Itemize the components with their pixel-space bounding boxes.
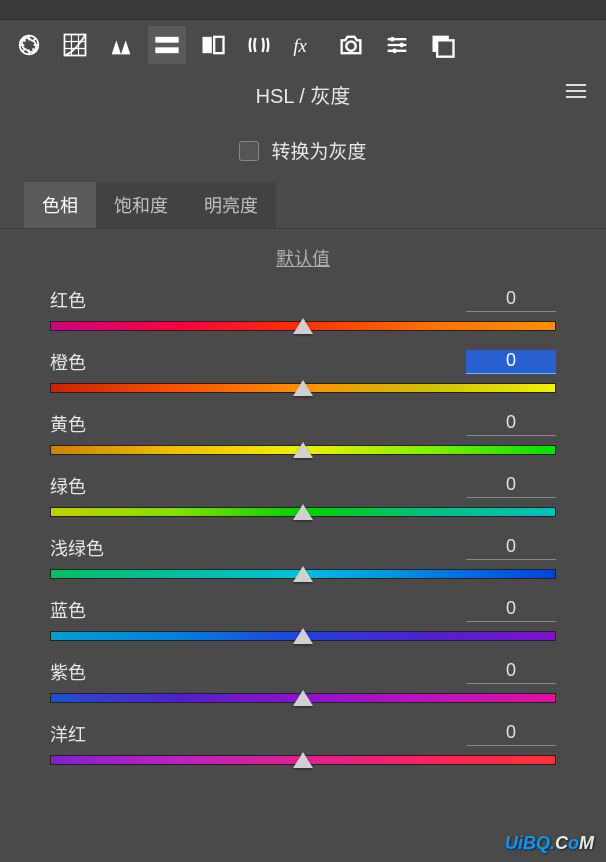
lens-icon[interactable]: [240, 26, 278, 64]
slider-row: 紫色 0: [50, 659, 556, 703]
slider-label: 洋红: [50, 721, 86, 747]
panel-title: HSL / 灰度: [256, 80, 351, 109]
slider-value[interactable]: 0: [466, 722, 556, 746]
slider-label: 红色: [50, 287, 86, 313]
panel-header: HSL / 灰度: [0, 70, 606, 119]
snapshots-icon[interactable]: [424, 26, 462, 64]
top-bar: [0, 0, 606, 20]
slider-thumb[interactable]: [293, 566, 313, 582]
slider-track[interactable]: [50, 321, 556, 331]
slider-row: 蓝色 0: [50, 597, 556, 641]
slider-value[interactable]: 0: [466, 350, 556, 374]
slider-thumb[interactable]: [293, 752, 313, 768]
slider-label: 黄色: [50, 411, 86, 437]
slider-track[interactable]: [50, 569, 556, 579]
slider-row: 黄色 0: [50, 411, 556, 455]
camera-icon[interactable]: [332, 26, 370, 64]
detail-icon[interactable]: [102, 26, 140, 64]
slider-value[interactable]: 0: [466, 412, 556, 436]
grayscale-label: 转换为灰度: [271, 137, 366, 164]
basic-icon[interactable]: [10, 26, 48, 64]
slider-track[interactable]: [50, 755, 556, 765]
menu-icon[interactable]: [566, 84, 586, 105]
slider-value[interactable]: 0: [466, 288, 556, 312]
hsl-icon[interactable]: [148, 26, 186, 64]
slider-track[interactable]: [50, 631, 556, 641]
slider-value[interactable]: 0: [466, 598, 556, 622]
watermark: UiBQ.CoM: [505, 833, 594, 854]
slider-track[interactable]: [50, 445, 556, 455]
tabs: 色相 饱和度 明亮度: [0, 182, 606, 229]
slider-thumb[interactable]: [293, 504, 313, 520]
slider-thumb[interactable]: [293, 442, 313, 458]
slider-label: 绿色: [50, 473, 86, 499]
svg-text:fx: fx: [293, 36, 307, 57]
tab-luminance[interactable]: 明亮度: [186, 182, 276, 228]
slider-thumb[interactable]: [293, 690, 313, 706]
slider-label: 浅绿色: [50, 535, 104, 561]
tone-curve-icon[interactable]: [56, 26, 94, 64]
slider-label: 橙色: [50, 349, 86, 375]
toolbar: fx: [0, 20, 606, 70]
slider-thumb[interactable]: [293, 318, 313, 334]
grayscale-row: 转换为灰度: [0, 119, 606, 182]
slider-label: 紫色: [50, 659, 86, 685]
slider-value[interactable]: 0: [466, 660, 556, 684]
split-tone-icon[interactable]: [194, 26, 232, 64]
slider-row: 浅绿色 0: [50, 535, 556, 579]
slider-track[interactable]: [50, 507, 556, 517]
fx-icon[interactable]: fx: [286, 26, 324, 64]
slider-track[interactable]: [50, 383, 556, 393]
slider-row: 红色 0: [50, 287, 556, 331]
default-link[interactable]: 默认值: [0, 229, 606, 287]
slider-thumb[interactable]: [293, 380, 313, 396]
tab-hue[interactable]: 色相: [24, 182, 96, 228]
slider-thumb[interactable]: [293, 628, 313, 644]
slider-value[interactable]: 0: [466, 474, 556, 498]
slider-label: 蓝色: [50, 597, 86, 623]
presets-icon[interactable]: [378, 26, 416, 64]
slider-track[interactable]: [50, 693, 556, 703]
slider-value[interactable]: 0: [466, 536, 556, 560]
sliders-container: 红色 0 橙色 0 黄色 0 绿色 0 浅绿色 0 蓝色 0 紫色 0 洋红 0: [0, 287, 606, 765]
grayscale-checkbox[interactable]: [239, 141, 259, 161]
slider-row: 绿色 0: [50, 473, 556, 517]
slider-row: 洋红 0: [50, 721, 556, 765]
tab-saturation[interactable]: 饱和度: [96, 182, 186, 228]
slider-row: 橙色 0: [50, 349, 556, 393]
